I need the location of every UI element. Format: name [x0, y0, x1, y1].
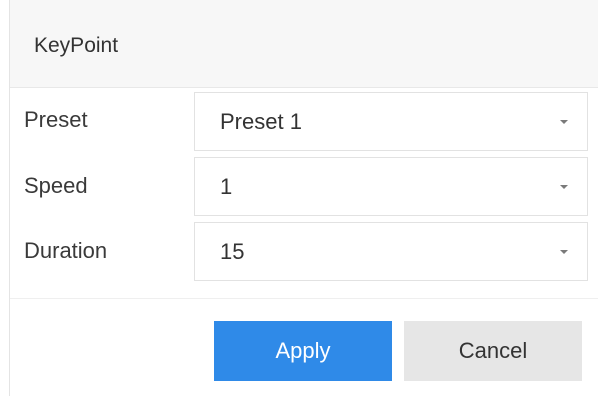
preset-value: Preset 1 — [220, 109, 302, 134]
dialog-title: KeyPoint — [34, 34, 119, 57]
chevron-down-icon — [560, 250, 568, 254]
speed-select[interactable]: 1 — [194, 157, 588, 216]
chevron-down-icon — [560, 120, 568, 124]
duration-value: 15 — [220, 239, 245, 264]
speed-value: 1 — [220, 174, 233, 199]
footer-divider — [10, 298, 598, 299]
chevron-down-icon — [560, 185, 568, 189]
preset-select[interactable]: Preset 1 — [194, 92, 588, 151]
duration-label: Duration — [24, 238, 108, 263]
preset-label: Preset — [24, 107, 88, 132]
duration-select[interactable]: 15 — [194, 222, 588, 281]
cancel-button[interactable]: Cancel — [404, 321, 582, 381]
apply-button[interactable]: Apply — [214, 321, 392, 381]
keypoint-dialog: KeyPoint Preset Preset 1 Speed 1 Duratio… — [9, 0, 598, 396]
speed-label: Speed — [24, 173, 88, 198]
dialog-header: KeyPoint — [10, 0, 598, 88]
